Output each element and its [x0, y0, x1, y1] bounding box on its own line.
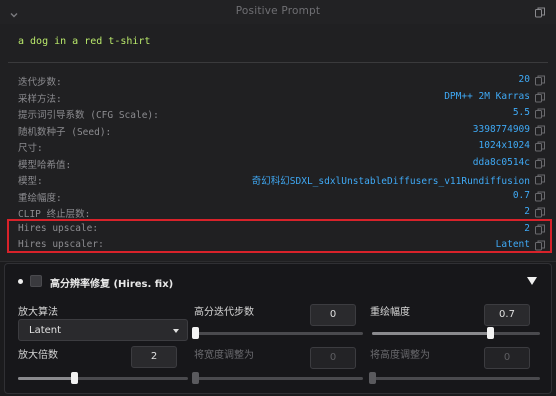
param-label: 采样方法:	[18, 94, 62, 105]
param-row-sampler: 采样方法: DPM++ 2M Karras	[0, 89, 556, 105]
copy-icon[interactable]	[535, 92, 545, 103]
upscale-by-label: 放大倍数	[18, 350, 58, 361]
param-label: 迭代步数:	[18, 77, 62, 88]
positive-prompt-text: a dog in a red t-shirt	[18, 36, 151, 47]
param-label: 提示词引导系数 (CFG Scale):	[18, 110, 159, 121]
prompt-header-title: Positive Prompt	[235, 5, 321, 17]
slider-thumb[interactable]	[192, 372, 199, 384]
param-label: 模型:	[18, 176, 43, 187]
slider-thumb[interactable]	[369, 372, 376, 384]
upscaler-select-value: Latent	[29, 325, 62, 336]
copy-icon[interactable]	[535, 224, 545, 235]
slider-thumb[interactable]	[71, 372, 79, 384]
bullet-dot-icon	[18, 279, 23, 284]
copy-icon[interactable]	[535, 141, 545, 152]
param-value: 奇幻科幻SDXL_sdxlUnstableDiffusers_v11Rundif…	[251, 176, 530, 187]
copy-icon[interactable]	[535, 7, 545, 18]
prompt-header: Positive Prompt	[0, 0, 556, 24]
param-value: 3398774909	[472, 124, 530, 135]
resize-height-input[interactable]: 0	[484, 347, 530, 369]
upscale-by-input[interactable]: 2	[131, 346, 177, 368]
copy-icon[interactable]	[535, 207, 545, 218]
param-row-clip-skip: CLIP 终止层数: 2	[0, 204, 556, 220]
param-label: 尺寸:	[18, 143, 43, 154]
param-value: dda8c0514c	[472, 157, 530, 168]
copy-icon[interactable]	[535, 75, 545, 86]
param-row-model: 模型: 奇幻科幻SDXL_sdxlUnstableDiffusers_v11Ru…	[0, 171, 556, 187]
param-row-steps: 迭代步数: 20	[0, 72, 556, 88]
resize-width-input[interactable]: 0	[310, 347, 356, 369]
hires-fix-title: 高分辨率修复 (Hires. fix)	[50, 279, 174, 290]
param-label: Hires upscale:	[18, 223, 99, 234]
copy-icon[interactable]	[535, 240, 545, 251]
param-row-hires-upscaler: Hires upscaler: Latent	[0, 237, 556, 253]
resize-width-slider[interactable]	[192, 372, 363, 384]
upscaler-label: 放大算法	[18, 307, 58, 318]
param-row-denoising: 重绘幅度: 0.7	[0, 188, 556, 204]
copy-icon[interactable]	[535, 158, 545, 169]
param-row-hires-upscale: Hires upscale: 2	[0, 221, 556, 237]
copy-icon[interactable]	[535, 125, 545, 136]
generation-info-panel: Positive Prompt a dog in a red t-shirt 迭…	[0, 0, 556, 262]
param-value: 1024x1024	[478, 140, 530, 151]
caret-down-icon	[173, 329, 179, 333]
denoising-strength-label: 重绘幅度	[370, 307, 410, 318]
resize-width-label: 将宽度调整为	[194, 350, 254, 361]
resize-height-slider[interactable]	[369, 372, 540, 384]
param-row-model-hash: 模型哈希值: dda8c0514c	[0, 155, 556, 171]
hires-steps-slider[interactable]	[192, 327, 363, 339]
copy-icon[interactable]	[535, 191, 545, 202]
hires-fix-checkbox[interactable]	[30, 275, 42, 287]
param-label: CLIP 终止层数:	[18, 209, 91, 220]
hires-steps-input[interactable]: 0	[310, 304, 356, 326]
slider-fill	[372, 332, 490, 335]
divider	[8, 62, 548, 63]
param-label: Hires upscaler:	[18, 239, 104, 250]
param-value: 2	[524, 223, 530, 234]
param-row-cfg-scale: 提示词引导系数 (CFG Scale): 5.5	[0, 105, 556, 121]
param-row-size: 尺寸: 1024x1024	[0, 138, 556, 154]
param-value: 5.5	[512, 107, 530, 118]
copy-icon[interactable]	[535, 108, 545, 119]
hires-fix-panel: 高分辨率修复 (Hires. fix) 放大算法 Latent 放大倍数 2 高…	[4, 263, 552, 394]
param-label: 随机数种子 (Seed):	[18, 127, 112, 138]
denoising-strength-input[interactable]: 0.7	[484, 304, 530, 326]
resize-height-label: 将高度调整为	[370, 350, 430, 361]
slider-thumb[interactable]	[192, 327, 199, 339]
slider-fill	[18, 377, 75, 380]
param-value: DPM++ 2M Karras	[444, 91, 530, 102]
hires-steps-label: 高分迭代步数	[194, 307, 254, 318]
denoising-strength-slider[interactable]	[372, 327, 540, 339]
param-row-seed: 随机数种子 (Seed): 3398774909	[0, 122, 556, 138]
param-value: 20	[518, 74, 530, 85]
upscaler-select[interactable]: Latent	[18, 319, 188, 341]
param-value: 0.7	[512, 190, 530, 201]
param-value: Latent	[495, 239, 530, 250]
param-label: 重绘幅度:	[18, 193, 62, 204]
param-value: 2	[524, 206, 530, 217]
copy-icon[interactable]	[535, 174, 545, 185]
slider-thumb[interactable]	[486, 327, 494, 339]
upscale-by-slider[interactable]	[18, 372, 188, 384]
triangle-down-icon[interactable]	[527, 277, 537, 285]
param-label: 模型哈希值:	[18, 160, 72, 171]
